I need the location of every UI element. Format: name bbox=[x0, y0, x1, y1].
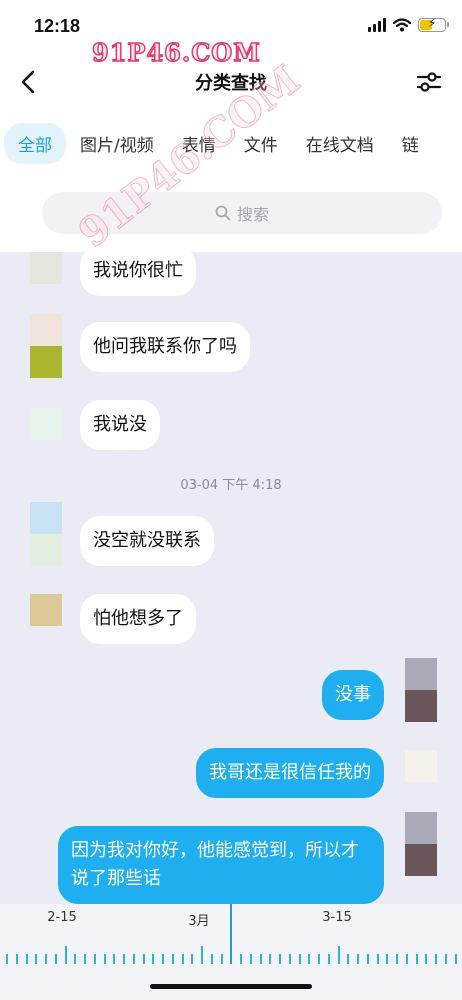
timeline-tick bbox=[405, 954, 408, 964]
tab-links[interactable]: 链 bbox=[388, 123, 433, 164]
timeline-tick bbox=[132, 954, 135, 964]
timeline-tick bbox=[152, 954, 155, 964]
avatar[interactable] bbox=[30, 314, 62, 378]
timeline-tick bbox=[415, 954, 418, 964]
avatar[interactable] bbox=[405, 812, 437, 876]
avatar[interactable] bbox=[30, 594, 62, 626]
home-indicator bbox=[150, 984, 312, 989]
timeline-tick bbox=[84, 954, 86, 964]
tab-all[interactable]: 全部 bbox=[4, 122, 66, 164]
search-bar-container: 搜索 bbox=[0, 168, 462, 252]
tab-online-docs[interactable]: 在线文档 bbox=[292, 123, 388, 164]
avatar[interactable] bbox=[405, 658, 437, 722]
chat-history[interactable]: 搜索 我说你很忙 他问我联系你了吗 我说没 03-04 下午 4:18 没空就没… bbox=[0, 168, 462, 904]
timeline-tick bbox=[162, 954, 164, 964]
timeline-label: 3月 bbox=[188, 914, 210, 929]
timeline-tick bbox=[113, 954, 116, 964]
avatar[interactable] bbox=[30, 502, 62, 566]
timeline-tick bbox=[64, 946, 67, 964]
category-tabs: 全部 图片/视频 表情 文件 在线文档 链 bbox=[0, 118, 462, 168]
timeline-tick bbox=[191, 954, 194, 964]
timeline-tick bbox=[240, 954, 242, 964]
timeline-tick bbox=[220, 954, 223, 964]
tab-stickers[interactable]: 表情 bbox=[168, 123, 230, 164]
timeline-tick bbox=[279, 954, 281, 964]
message-bubble[interactable]: 怕他想多了 bbox=[80, 594, 196, 644]
timeline-tick bbox=[298, 954, 301, 964]
timeline-tick bbox=[93, 954, 96, 964]
timeline-tick bbox=[327, 954, 330, 964]
timeline-label: 3-15 bbox=[322, 910, 352, 925]
timeline-tick bbox=[435, 954, 437, 964]
timeline-tick bbox=[259, 954, 262, 964]
cellular-signal-icon bbox=[368, 18, 386, 32]
timeline-tick bbox=[376, 954, 379, 964]
timeline-tick bbox=[15, 954, 18, 964]
timeline-tick bbox=[35, 954, 38, 964]
timeline-tick bbox=[249, 954, 252, 964]
timeline-tick bbox=[201, 946, 203, 964]
message-bubble-sent[interactable]: 没事 bbox=[322, 670, 384, 720]
tab-media[interactable]: 图片/视频 bbox=[66, 123, 168, 164]
message-bubble-sent[interactable]: 我哥还是很信任我的 bbox=[196, 748, 384, 798]
timeline-tick bbox=[74, 954, 77, 964]
timeline-tick bbox=[454, 954, 457, 964]
timeline-tick bbox=[444, 954, 447, 964]
timeline-tick bbox=[54, 954, 57, 964]
timeline-tick bbox=[386, 954, 389, 964]
avatar[interactable] bbox=[30, 252, 62, 284]
timeline-tick bbox=[269, 954, 272, 964]
search-input[interactable]: 搜索 bbox=[42, 192, 442, 234]
nav-header: 分类查找 bbox=[0, 56, 462, 108]
message-bubble[interactable]: 我说没 bbox=[80, 400, 160, 450]
timeline-tick bbox=[210, 954, 213, 964]
timeline-tick bbox=[337, 946, 340, 964]
battery-icon: ⚡ bbox=[418, 16, 449, 32]
timeline-tick bbox=[288, 954, 291, 964]
timeline-tick bbox=[103, 954, 106, 964]
search-placeholder: 搜索 bbox=[236, 205, 269, 224]
avatar[interactable] bbox=[405, 750, 437, 782]
timeline-tick bbox=[318, 954, 320, 964]
timeline-tick bbox=[25, 954, 28, 964]
status-time: 12:18 bbox=[34, 16, 81, 36]
status-icons: ⚡ bbox=[368, 16, 449, 32]
message-bubble[interactable]: 没空就没联系 bbox=[80, 516, 214, 566]
message-bubble-sent[interactable]: 因为我对你好，他能感觉到，所以才说了那些话 bbox=[58, 826, 384, 904]
message-timestamp: 03-04 下午 4:18 bbox=[180, 478, 282, 493]
page-title: 分类查找 bbox=[195, 73, 267, 94]
timeline-tick bbox=[6, 954, 8, 964]
avatar[interactable] bbox=[30, 408, 62, 440]
timeline-tick bbox=[347, 954, 350, 964]
filter-settings-icon[interactable] bbox=[416, 68, 442, 96]
timeline-label: 2-15 bbox=[47, 910, 77, 925]
timeline-tick bbox=[425, 954, 428, 964]
timeline-cursor[interactable] bbox=[230, 904, 232, 964]
timeline-tick bbox=[396, 954, 398, 964]
wifi-icon bbox=[393, 18, 411, 32]
timeline-tick bbox=[357, 954, 359, 964]
tab-files[interactable]: 文件 bbox=[230, 123, 292, 164]
timeline-tick bbox=[123, 954, 125, 964]
message-bubble[interactable]: 我说你很忙 bbox=[80, 246, 196, 296]
timeline-tick bbox=[308, 954, 311, 964]
timeline-tick bbox=[181, 954, 184, 964]
timeline-tick bbox=[366, 954, 369, 964]
search-icon bbox=[215, 205, 231, 221]
timeline-tick bbox=[171, 954, 174, 964]
timeline-tick bbox=[45, 954, 47, 964]
timeline-tick bbox=[142, 954, 145, 964]
message-bubble[interactable]: 他问我联系你了吗 bbox=[80, 322, 250, 372]
